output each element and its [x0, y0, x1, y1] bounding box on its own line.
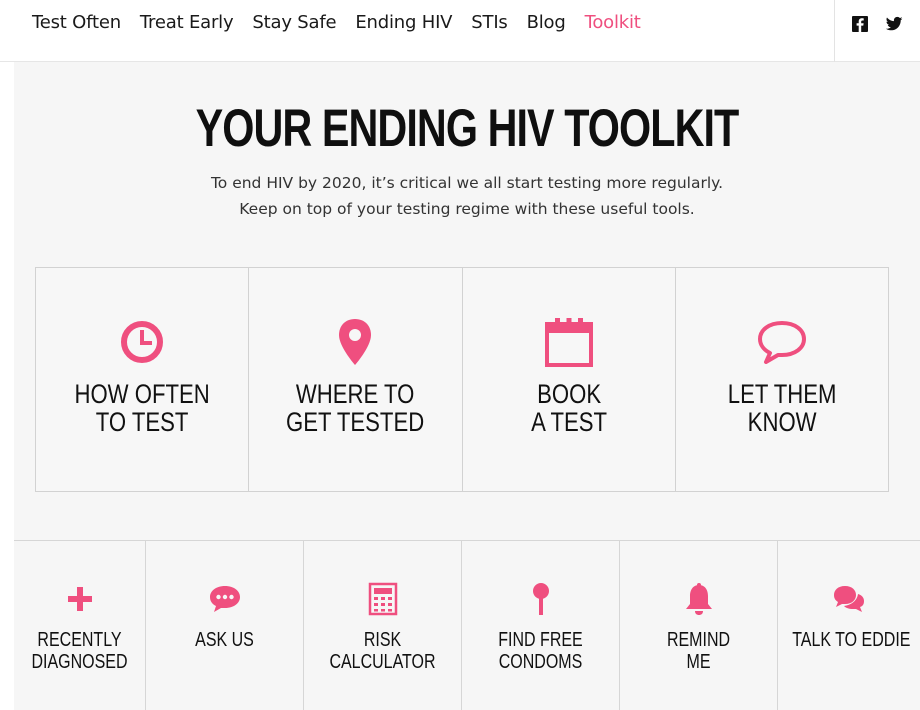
nav-link-toolkit[interactable]: Toolkit: [585, 12, 641, 33]
nav-link-treat-early[interactable]: Treat Early: [140, 12, 234, 33]
tool-label-line-2: CONDOMS: [498, 651, 583, 673]
tool-label-line-1: HOW OFTEN: [74, 379, 210, 409]
tool-card-book-a-test[interactable]: BOOK A TEST: [463, 268, 676, 491]
facebook-icon: [852, 16, 868, 32]
facebook-link[interactable]: [850, 14, 870, 34]
nav-link-ending-hiv[interactable]: Ending HIV: [355, 12, 452, 33]
tool-label-line-1: ASK US: [195, 629, 254, 651]
subtitle-line-2: Keep on top of your testing regime with …: [239, 200, 695, 218]
secondary-tools-grid: RECENTLY DIAGNOSED ASK US RISK CALCULATO…: [14, 540, 920, 710]
tool-label: TALK TO EDDIE: [792, 629, 911, 651]
primary-tools-grid: HOW OFTEN TO TEST WHERE TO GET TESTED BO…: [35, 267, 889, 492]
plus-icon: [62, 581, 98, 617]
tool-card-where-to-get-tested[interactable]: WHERE TO GET TESTED: [249, 268, 463, 491]
tool-label-line-1: LET THEM: [727, 379, 837, 409]
speech-bubble-icon: [756, 316, 808, 368]
condom-icon: [523, 581, 559, 617]
top-navigation: Test Often Treat Early Stay Safe Ending …: [0, 0, 920, 62]
chat-dots-icon: [207, 581, 243, 617]
tool-card-ask-us[interactable]: ASK US: [146, 541, 304, 710]
tool-label-line-1: FIND FREE: [498, 629, 583, 651]
tool-label-line-2: A TEST: [530, 407, 607, 437]
tool-label-line-1: REMIND: [666, 629, 731, 651]
tool-label-line-1: RECENTLY: [37, 629, 122, 651]
twitter-link[interactable]: [884, 14, 904, 34]
nav-links: Test Often Treat Early Stay Safe Ending …: [32, 12, 641, 33]
tool-label-line-2: KNOW: [747, 407, 817, 437]
tool-label-line-1: BOOK: [536, 379, 601, 409]
tool-label-line-2: TO TEST: [95, 407, 189, 437]
toolkit-panel: YOUR ENDING HIV TOOLKIT To end HIV by 20…: [14, 62, 920, 710]
tool-card-let-them-know[interactable]: LET THEM KNOW: [676, 268, 888, 491]
twitter-icon: [885, 16, 903, 31]
social-links: [850, 14, 904, 34]
tool-label-line-1: WHERE TO: [296, 379, 415, 409]
clock-icon: [116, 316, 168, 368]
tool-card-how-often-to-test[interactable]: HOW OFTEN TO TEST: [36, 268, 250, 491]
page-subtitle: To end HIV by 2020, it’s critical we all…: [14, 170, 920, 222]
tool-label: HOW OFTEN TO TEST: [55, 380, 229, 436]
tool-card-recently-diagnosed[interactable]: RECENTLY DIAGNOSED: [14, 541, 146, 710]
chat-bubbles-icon: [831, 581, 867, 617]
tool-label: RISK CALCULATOR: [320, 629, 446, 673]
tool-label: LET THEM KNOW: [695, 380, 869, 436]
nav-link-stay-safe[interactable]: Stay Safe: [252, 12, 336, 33]
calendar-icon: [543, 316, 595, 368]
tool-label: WHERE TO GET TESTED: [268, 380, 442, 436]
calculator-icon: [365, 581, 401, 617]
map-pin-icon: [329, 316, 381, 368]
tool-label-line-2: DIAGNOSED: [31, 651, 128, 673]
tool-label: RECENTLY DIAGNOSED: [27, 629, 132, 673]
tool-label-line-2: CALCULATOR: [329, 651, 436, 673]
nav-divider: [834, 0, 835, 62]
nav-link-test-often[interactable]: Test Often: [32, 12, 121, 33]
tool-label: BOOK A TEST: [482, 380, 656, 436]
tool-label-line-2: GET TESTED: [286, 407, 425, 437]
tool-label: REMIND ME: [636, 629, 762, 673]
tool-card-find-free-condoms[interactable]: FIND FREE CONDOMS: [462, 541, 620, 710]
tool-label: FIND FREE CONDOMS: [478, 629, 604, 673]
subtitle-line-1: To end HIV by 2020, it’s critical we all…: [210, 174, 724, 192]
bell-icon: [681, 581, 717, 617]
nav-link-stis[interactable]: STIs: [471, 12, 508, 33]
tool-label-line-1: RISK: [363, 629, 402, 651]
tool-label: ASK US: [162, 629, 288, 651]
nav-link-blog[interactable]: Blog: [527, 12, 566, 33]
tool-card-remind-me[interactable]: REMIND ME: [620, 541, 778, 710]
tool-label-line-1: TALK TO EDDIE: [792, 629, 911, 651]
tool-label-line-2: ME: [686, 651, 711, 673]
page-title: YOUR ENDING HIV TOOLKIT: [195, 99, 740, 158]
tool-card-risk-calculator[interactable]: RISK CALCULATOR: [304, 541, 462, 710]
tool-card-talk-to-eddie[interactable]: TALK TO EDDIE: [778, 541, 920, 710]
